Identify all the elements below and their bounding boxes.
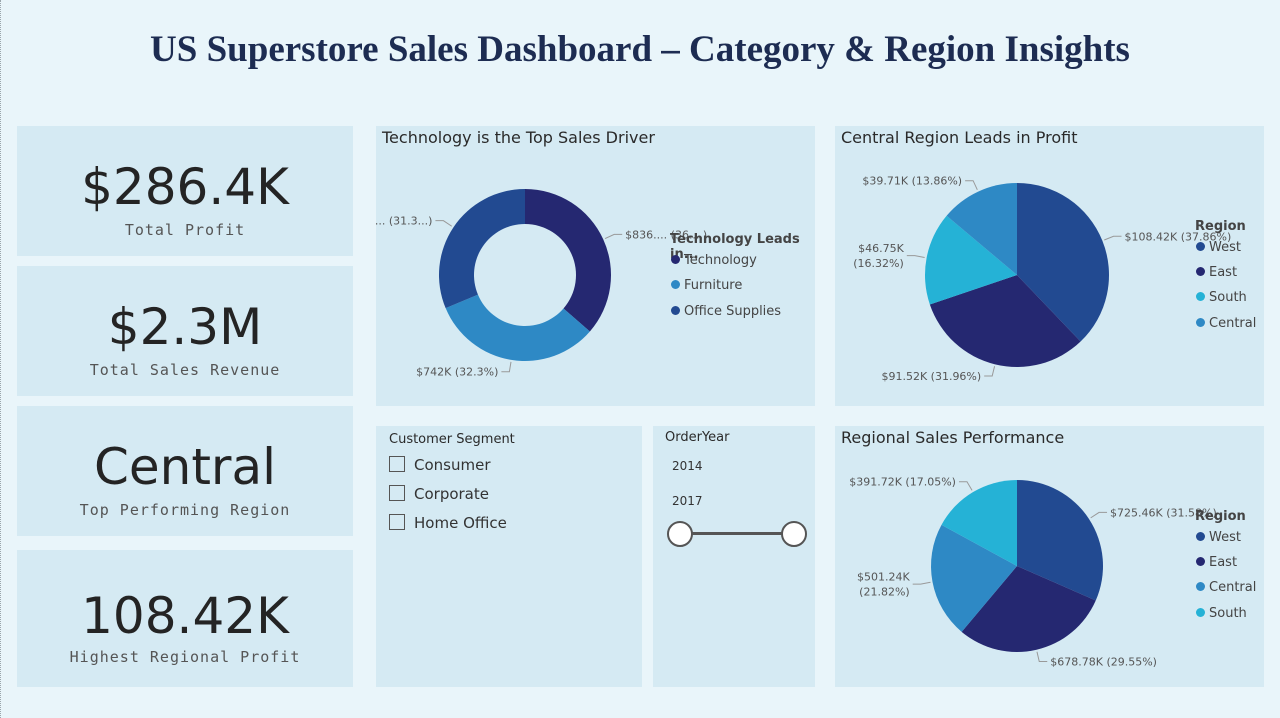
data-label: (21.82%): [859, 586, 910, 599]
leader-line: [1036, 651, 1048, 662]
kpi-value: 108.42K: [81, 587, 289, 645]
leader-line: [501, 361, 512, 373]
slicer-title: Customer Segment: [389, 432, 515, 447]
legend-dot: [1196, 582, 1205, 591]
kpi-card-top-region: Central Top Performing Region: [17, 406, 353, 536]
leader-line: [958, 481, 973, 491]
year-end-handle[interactable]: [781, 521, 807, 547]
legend-title: Region: [1195, 219, 1246, 234]
checkbox-home-office[interactable]: Home Office: [389, 514, 507, 532]
regional-sales-pie-panel: Regional Sales Performance $725.46K (31.…: [835, 426, 1264, 687]
donut-slice[interactable]: [525, 189, 611, 332]
legend-dot: [1196, 532, 1205, 541]
leader-line: [1104, 235, 1122, 241]
checkbox-box[interactable]: [389, 514, 405, 530]
legend-dot: [671, 306, 680, 315]
kpi-value: $2.3M: [107, 298, 263, 356]
legend-dot: [671, 280, 680, 289]
data-label: $678.78K (29.55%): [1050, 655, 1157, 668]
checkbox-corporate[interactable]: Corporate: [389, 485, 489, 503]
data-label: (16.32%): [853, 257, 904, 270]
legend-label: Furniture: [684, 278, 743, 293]
legend-item[interactable]: West: [1196, 530, 1241, 545]
legend-item[interactable]: South: [1196, 290, 1247, 305]
kpi-card-highest-regional-profit: 108.42K Highest Regional Profit: [17, 550, 353, 687]
leader-line: [906, 255, 925, 259]
donut-slice[interactable]: [439, 189, 525, 309]
legend-label: Technology: [684, 253, 757, 268]
legend-item[interactable]: Furniture: [671, 278, 742, 293]
legend-label: East: [1209, 555, 1238, 570]
data-label: $719.... (31.3...): [376, 215, 432, 228]
kpi-label: Total Profit: [124, 221, 246, 239]
data-label: $501.24K: [857, 571, 910, 584]
region-profit-pie-panel: Central Region Leads in Profit $108.42K …: [835, 126, 1264, 406]
data-label: $91.52K (31.96%): [881, 370, 981, 383]
leader-line: [912, 581, 931, 585]
legend-item[interactable]: East: [1196, 265, 1237, 280]
checkbox-box[interactable]: [389, 456, 405, 472]
checkbox-consumer[interactable]: Consumer: [389, 456, 491, 474]
legend-label: South: [1209, 606, 1247, 621]
leader-line: [435, 220, 453, 227]
kpi-label: Total Sales Revenue: [89, 361, 281, 379]
leader-line: [604, 233, 623, 239]
data-label: $742K (32.3%): [416, 366, 498, 379]
order-year-slicer: OrderYear 2014 2017: [653, 426, 815, 687]
checkbox-label: Consumer: [414, 456, 491, 474]
category-sales-donut-panel: Technology is the Top Sales Driver $836.…: [376, 126, 815, 406]
left-border: [0, 0, 2, 718]
legend-item[interactable]: Central: [1196, 580, 1256, 595]
data-label: $39.71K (13.86%): [862, 175, 962, 188]
slicer-title: OrderYear: [665, 430, 730, 445]
legend-item[interactable]: West: [1196, 240, 1241, 255]
kpi-value: $286.4K: [81, 158, 289, 216]
legend-item[interactable]: South: [1196, 606, 1247, 621]
leader-line: [965, 180, 978, 190]
checkbox-label: Corporate: [414, 485, 489, 503]
data-label: $391.72K (17.05%): [849, 476, 956, 489]
legend-label: South: [1209, 290, 1247, 305]
legend-dot: [1196, 292, 1205, 301]
legend-label: Central: [1209, 580, 1257, 595]
data-label: $46.75K: [858, 242, 904, 255]
year-range-track[interactable]: [680, 532, 794, 535]
legend-dot: [1196, 318, 1205, 327]
kpi-label: Top Performing Region: [79, 501, 291, 519]
legend-item[interactable]: Central: [1196, 316, 1256, 331]
legend-item[interactable]: Office Supplies: [671, 304, 781, 319]
legend-label: Office Supplies: [684, 304, 782, 319]
page-title: US Superstore Sales Dashboard – Category…: [150, 29, 1130, 70]
legend-item[interactable]: Technology: [671, 253, 757, 268]
legend-label: East: [1209, 265, 1238, 280]
checkbox-box[interactable]: [389, 485, 405, 501]
leader-line: [984, 366, 996, 377]
checkbox-label: Home Office: [414, 514, 507, 532]
legend-dot: [1196, 242, 1205, 251]
kpi-card-total-sales: $2.3M Total Sales Revenue: [17, 266, 353, 396]
legend-label: West: [1209, 240, 1241, 255]
legend-label: West: [1209, 530, 1241, 545]
legend-dot: [1196, 557, 1205, 566]
year-start-handle[interactable]: [667, 521, 693, 547]
legend-dot: [1196, 267, 1205, 276]
kpi-value: Central: [93, 438, 277, 496]
year-start-input[interactable]: 2014: [672, 459, 703, 473]
kpi-label: Highest Regional Profit: [69, 648, 301, 666]
kpi-card-total-profit: $286.4K Total Profit: [17, 126, 353, 256]
legend-dot: [1196, 608, 1205, 617]
legend-label: Central: [1209, 316, 1257, 331]
legend-item[interactable]: East: [1196, 555, 1237, 570]
legend-title: Region: [1195, 509, 1246, 524]
legend-dot: [671, 255, 680, 264]
customer-segment-slicer: Customer Segment Consumer Corporate Home…: [376, 426, 642, 687]
year-end-input[interactable]: 2017: [672, 494, 703, 508]
leader-line: [1090, 511, 1108, 519]
